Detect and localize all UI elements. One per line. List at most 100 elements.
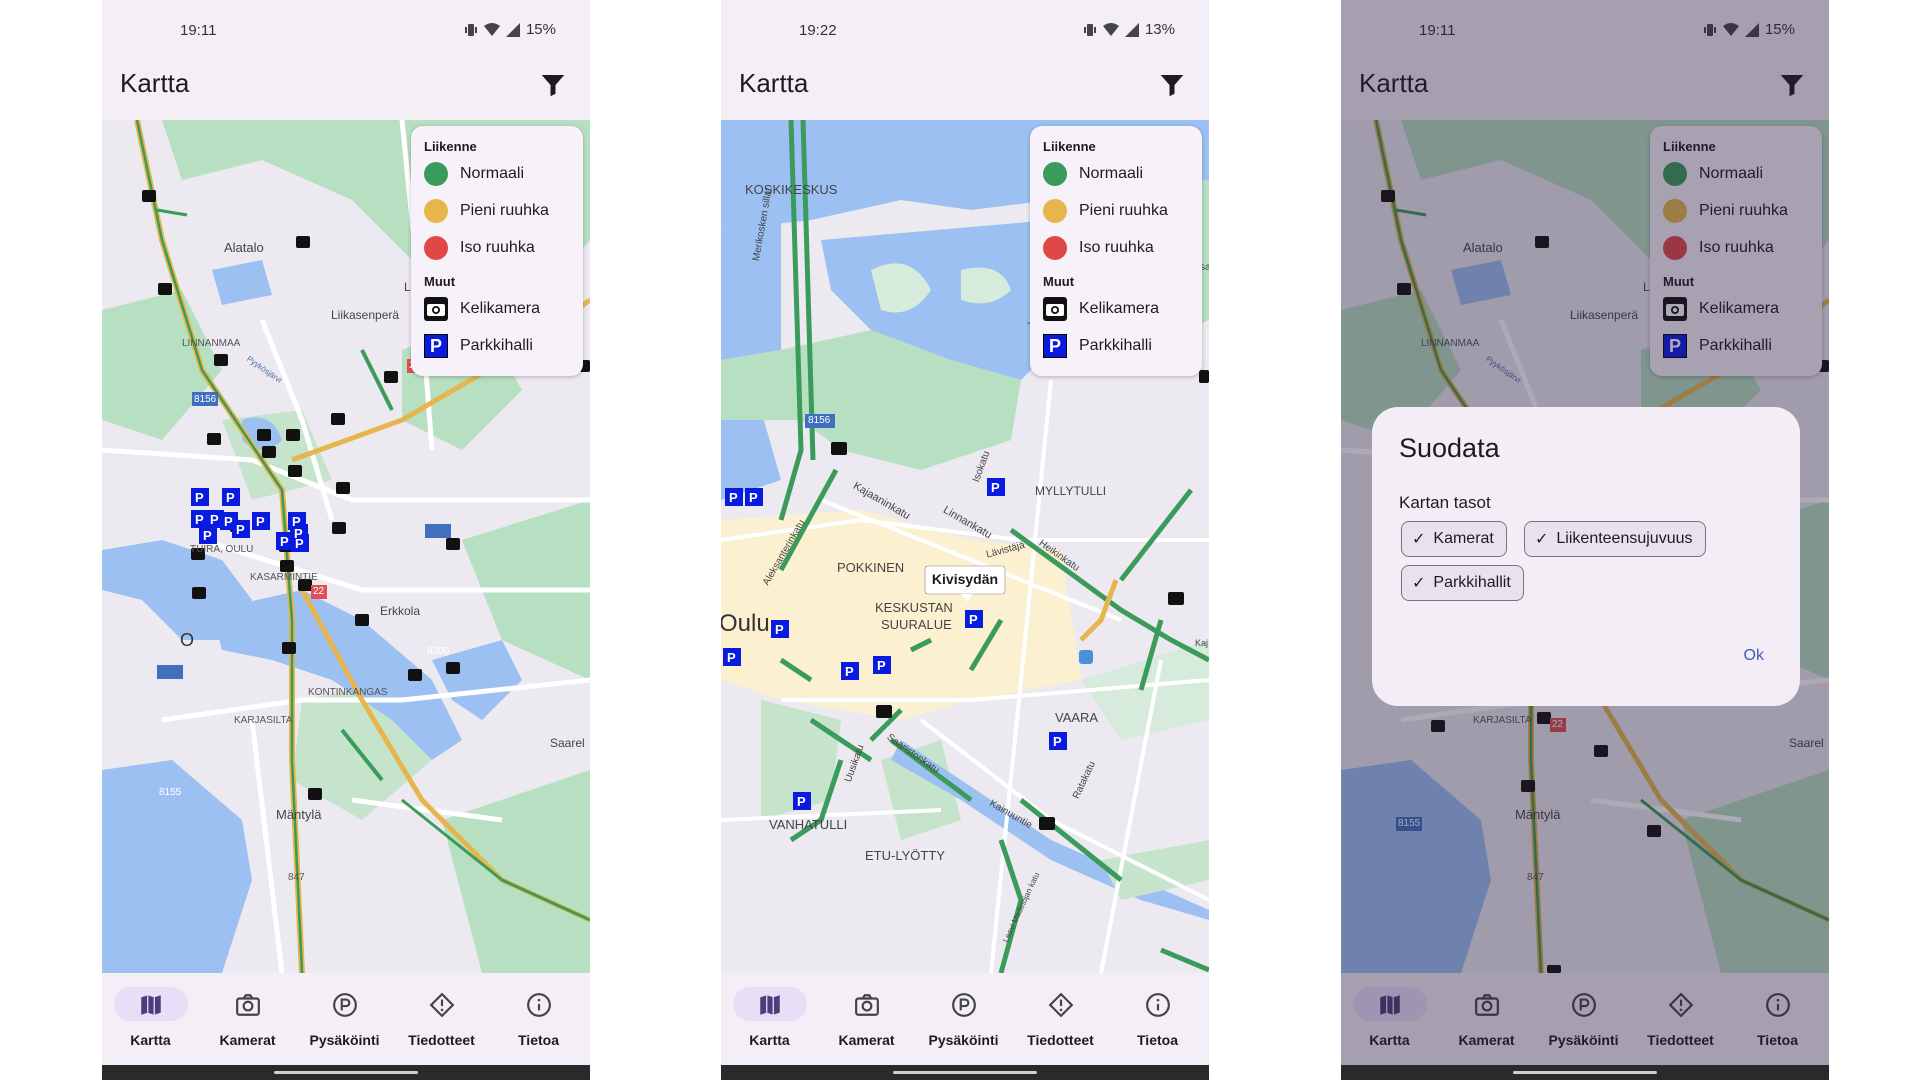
home-indicator[interactable] bbox=[893, 1071, 1037, 1074]
phone-screen-filter-dialog: 19:11 15% Kartta Alatalo Liikasenperä L … bbox=[1341, 0, 1829, 1080]
nav-item-tiedotteet[interactable]: Tiedotteet bbox=[393, 973, 490, 1065]
map-label-suuralue: SUURALUE bbox=[881, 617, 952, 632]
normal-traffic-dot bbox=[1043, 162, 1067, 186]
filter-icon[interactable] bbox=[1157, 70, 1187, 100]
nav-item-pysakointi[interactable]: Pysäköinti bbox=[915, 973, 1012, 1065]
nav-item-tietoa[interactable]: Tietoa bbox=[1109, 973, 1206, 1065]
map-label-tuira: TUIRA, OULU bbox=[190, 544, 254, 555]
info-icon bbox=[1146, 993, 1170, 1017]
top-app-bar: Kartta bbox=[721, 60, 1209, 120]
legend-camera-label: Kelikamera bbox=[460, 300, 541, 317]
legend-light-label: Pieni ruuhka bbox=[460, 202, 549, 219]
nav-item-kamerat[interactable]: Kamerat bbox=[818, 973, 915, 1065]
alert-icon bbox=[1048, 992, 1074, 1018]
legend-parking-label: Parkkihalli bbox=[1079, 337, 1152, 354]
home-indicator[interactable] bbox=[1513, 1071, 1657, 1074]
nav-item-tiedotteet[interactable]: Tiedotteet bbox=[1012, 973, 1109, 1065]
legend-traffic-title: Liikenne bbox=[424, 139, 477, 154]
nav-item-pysakointi[interactable]: Pysäköinti bbox=[296, 973, 393, 1065]
map-label-kasarmintie: KASARMINTIE bbox=[250, 572, 318, 583]
svg-text:P: P bbox=[226, 490, 235, 505]
road-number-8156: 8156 bbox=[808, 415, 831, 426]
svg-text:P: P bbox=[295, 536, 304, 551]
nav-label-kamerat: Kamerat bbox=[219, 1032, 276, 1048]
map-label-oulu: O bbox=[180, 630, 195, 650]
map-label-kontinkangas: KONTINKANGAS bbox=[308, 687, 388, 698]
page-title: Kartta bbox=[739, 68, 809, 98]
chip-label: Liikenteensujuvuus bbox=[1556, 530, 1693, 547]
map-label-l: L bbox=[404, 280, 411, 294]
map-icon bbox=[760, 995, 780, 1015]
nav-label-tiedotteet: Tiedotteet bbox=[408, 1032, 475, 1048]
map-label-kaj: Kaj bbox=[1195, 638, 1209, 648]
map-icon bbox=[141, 995, 161, 1015]
nav-label-kartta: Kartta bbox=[130, 1032, 171, 1048]
check-icon: ✓ bbox=[1412, 531, 1426, 548]
nav-label-tiedotteet: Tiedotteet bbox=[1027, 1032, 1094, 1048]
svg-text:P: P bbox=[224, 514, 233, 529]
legend-row-camera: Kelikamera bbox=[1043, 296, 1159, 322]
nav-item-kartta[interactable]: Kartta bbox=[721, 973, 818, 1065]
map-label-pokkinen: POKKINEN bbox=[837, 560, 905, 575]
vibrate-icon bbox=[1083, 23, 1096, 36]
alert-icon bbox=[429, 992, 455, 1018]
svg-text:P: P bbox=[203, 528, 212, 543]
parking-icon bbox=[333, 993, 357, 1017]
legend-row-parking: P Parkkihalli bbox=[424, 333, 533, 359]
wifi-icon bbox=[483, 22, 500, 36]
svg-text:P: P bbox=[280, 534, 289, 549]
map-label-karjasilta: KARJASILTA bbox=[234, 715, 293, 726]
status-bar: 19:11 15% bbox=[102, 0, 590, 60]
svg-text:P: P bbox=[727, 650, 736, 665]
signal-icon bbox=[1124, 22, 1139, 37]
status-icons: 13% bbox=[1083, 21, 1175, 38]
nav-label-tietoa: Tietoa bbox=[518, 1032, 559, 1048]
legend-row-parking: P Parkkihalli bbox=[1043, 333, 1152, 359]
map-label-vanhatulli: VANHATULLI bbox=[769, 817, 848, 832]
info-icon bbox=[527, 993, 551, 1017]
status-time: 19:11 bbox=[180, 22, 217, 39]
chip-liikenteensujuvuus[interactable]: ✓ Liikenteensujuvuus bbox=[1524, 521, 1706, 557]
home-indicator[interactable] bbox=[274, 1071, 418, 1074]
gesture-bar bbox=[721, 1065, 1209, 1080]
chip-kamerat[interactable]: ✓ Kamerat bbox=[1401, 521, 1507, 557]
battery-text: 15% bbox=[525, 21, 556, 38]
legend-camera-label: Kelikamera bbox=[1079, 300, 1160, 317]
bottom-navigation: Kartta Kamerat Pysäköinti Tiedotteet Tie… bbox=[102, 973, 590, 1065]
phone-screen-map-city: 19:11 15% Kartta P P P P P P P P P P P P… bbox=[102, 0, 590, 1080]
status-icons: 15% bbox=[464, 21, 556, 38]
vibrate-icon bbox=[464, 23, 477, 36]
svg-text:P: P bbox=[991, 480, 1000, 495]
nav-label-tietoa: Tietoa bbox=[1137, 1032, 1178, 1048]
filter-icon[interactable] bbox=[538, 70, 568, 100]
top-app-bar: Kartta bbox=[102, 60, 590, 120]
dialog-title: Suodata bbox=[1399, 433, 1500, 463]
nav-item-kartta[interactable]: Kartta bbox=[102, 973, 199, 1065]
place-tooltip[interactable]: Kivisydän bbox=[925, 571, 1005, 587]
nav-label-pysakointi: Pysäköinti bbox=[928, 1032, 999, 1048]
map-label-liikasenpera: Liikasenperä bbox=[331, 308, 400, 322]
bottom-navigation: Kartta Kamerat Pysäköinti Tiedotteet Tie… bbox=[721, 973, 1209, 1065]
map-legend: Liikenne Normaali Pieni ruuhka Iso ruuhk… bbox=[1030, 126, 1202, 376]
camera-icon bbox=[424, 297, 448, 321]
road-number-8155: 8155 bbox=[159, 787, 182, 798]
svg-text:P: P bbox=[195, 512, 204, 527]
nav-item-tietoa[interactable]: Tietoa bbox=[490, 973, 587, 1065]
phone-screen-map-center: 19:22 13% Kartta P P P P P P P P P P KOS… bbox=[721, 0, 1209, 1080]
map-label-erkkola: Erkkola bbox=[380, 604, 421, 618]
map-view[interactable]: PPPP PPPP PP KOSKIKESKUS Merikosken sill… bbox=[721, 120, 1209, 973]
status-bar: 19:22 13% bbox=[721, 0, 1209, 60]
svg-text:P: P bbox=[195, 490, 204, 505]
ok-button[interactable]: Ok bbox=[1744, 647, 1764, 665]
chip-parkkihallit[interactable]: ✓ Parkkihallit bbox=[1401, 565, 1524, 601]
legend-heavy-label: Iso ruuhka bbox=[1079, 239, 1154, 256]
svg-text:P: P bbox=[210, 512, 219, 527]
map-label-keskusta: KESKUSTAN bbox=[875, 600, 953, 615]
nav-item-kamerat[interactable]: Kamerat bbox=[199, 973, 296, 1065]
svg-text:P: P bbox=[797, 794, 806, 809]
legend-normal-label: Normaali bbox=[1079, 165, 1144, 182]
legend-row-heavy: Iso ruuhka bbox=[1043, 235, 1154, 261]
map-view[interactable]: PPPP PPPP PPPP Alatalo Liikasenperä L LI… bbox=[102, 120, 590, 973]
map-label-oulu: Oulu bbox=[721, 610, 770, 637]
chip-label: Kamerat bbox=[1433, 530, 1494, 547]
